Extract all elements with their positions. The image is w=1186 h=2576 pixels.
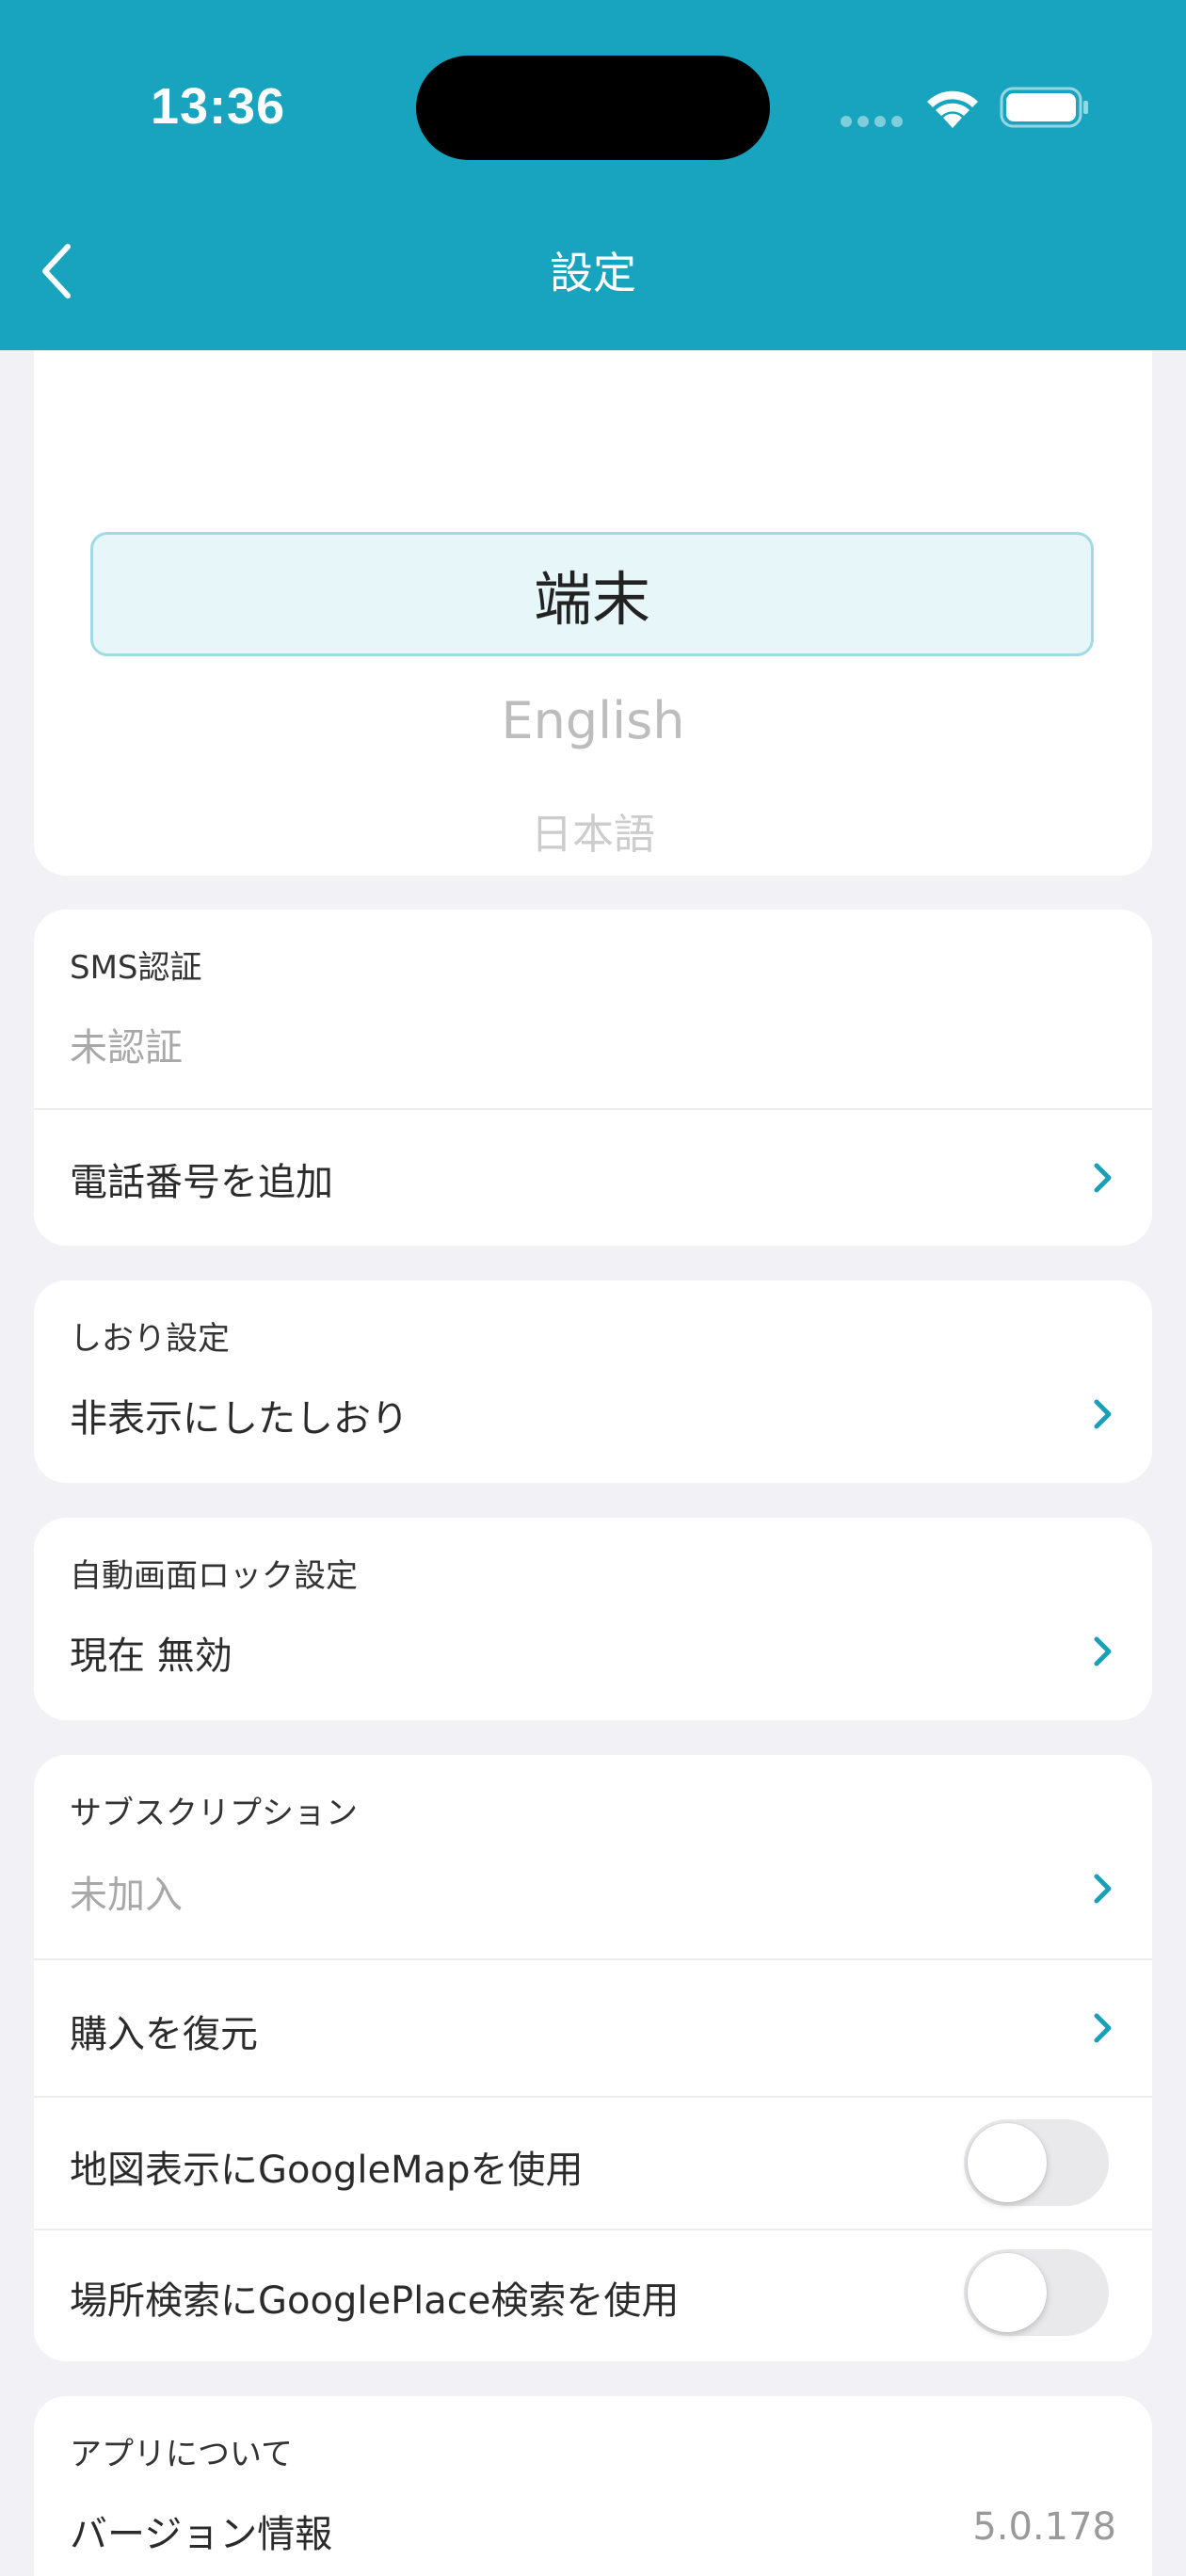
bookmark-card[interactable]: しおり設定 非表示にしたしおり	[34, 1280, 1152, 1483]
sms-status: 未認証	[70, 1026, 183, 1070]
google-place-label: 場所検索にGooglePlace検索を使用	[70, 2279, 680, 2323]
chevron-right-icon	[1094, 1874, 1112, 1904]
picker-option-english[interactable]: English	[34, 691, 1152, 750]
picker-selected-option[interactable]: 端末	[90, 532, 1094, 656]
add-phone-row[interactable]: 電話番号を追加	[34, 1110, 1152, 1246]
restore-purchase-row[interactable]: 購入を復元	[34, 1960, 1152, 2096]
bookmark-section-label: しおり設定	[70, 1320, 230, 1358]
subscription-card: サブスクリプション 未加入 購入を復元 地図表示にGoogleMapを使用 場所…	[34, 1755, 1152, 2361]
nav-header: 13:36 設定	[0, 0, 1186, 350]
cellular-signal-icon	[841, 116, 903, 127]
subscription-row[interactable]: サブスクリプション 未加入	[34, 1755, 1152, 1958]
dynamic-island	[416, 56, 770, 160]
sms-section-label: SMS認証	[70, 949, 202, 987]
google-map-row: 地図表示にGoogleMapを使用	[34, 2098, 1152, 2228]
chevron-right-icon	[1094, 1163, 1112, 1193]
google-map-label: 地図表示にGoogleMapを使用	[70, 2149, 584, 2192]
sms-card: SMS認証 未認証 電話番号を追加	[34, 910, 1152, 1246]
autolock-card[interactable]: 自動画面ロック設定 現在 無効	[34, 1518, 1152, 1720]
page-title: 設定	[550, 248, 636, 298]
version-label: バージョン情報	[70, 2513, 333, 2556]
google-place-toggle[interactable]	[964, 2249, 1109, 2336]
autolock-section-label: 自動画面ロック設定	[70, 1557, 358, 1595]
settings-screen: 13:36 設定 端末 English 日本語 SMS認証 未認証 電話番号を追…	[0, 0, 1186, 2576]
language-picker[interactable]: 端末 English 日本語	[34, 311, 1152, 876]
google-map-toggle[interactable]	[964, 2119, 1109, 2206]
autolock-current-value: 現在 無効	[70, 1634, 232, 1678]
subscription-status: 未加入	[70, 1874, 183, 1917]
about-card: アプリについて バージョン情報 5.0.178	[34, 2396, 1152, 2576]
battery-icon	[1000, 87, 1088, 128]
toggle-knob	[968, 2123, 1047, 2202]
subscription-section-label: サブスクリプション	[70, 1795, 358, 1832]
picker-option-japanese[interactable]: 日本語	[34, 800, 1152, 861]
about-section-label: アプリについて	[70, 2436, 293, 2473]
add-phone-label: 電話番号を追加	[70, 1161, 333, 1204]
version-value: 5.0.178	[972, 2505, 1116, 2549]
chevron-right-icon	[1094, 1636, 1112, 1666]
restore-purchase-label: 購入を復元	[70, 2013, 258, 2056]
google-place-row: 場所検索にGooglePlace検索を使用	[34, 2230, 1152, 2361]
chevron-right-icon	[1094, 2013, 1112, 2043]
toggle-knob	[968, 2253, 1047, 2332]
hidden-bookmarks-label: 非表示にしたしおり	[70, 1397, 409, 1441]
status-time: 13:36	[151, 78, 286, 135]
wifi-icon	[927, 90, 978, 128]
chevron-right-icon	[1094, 1399, 1112, 1429]
